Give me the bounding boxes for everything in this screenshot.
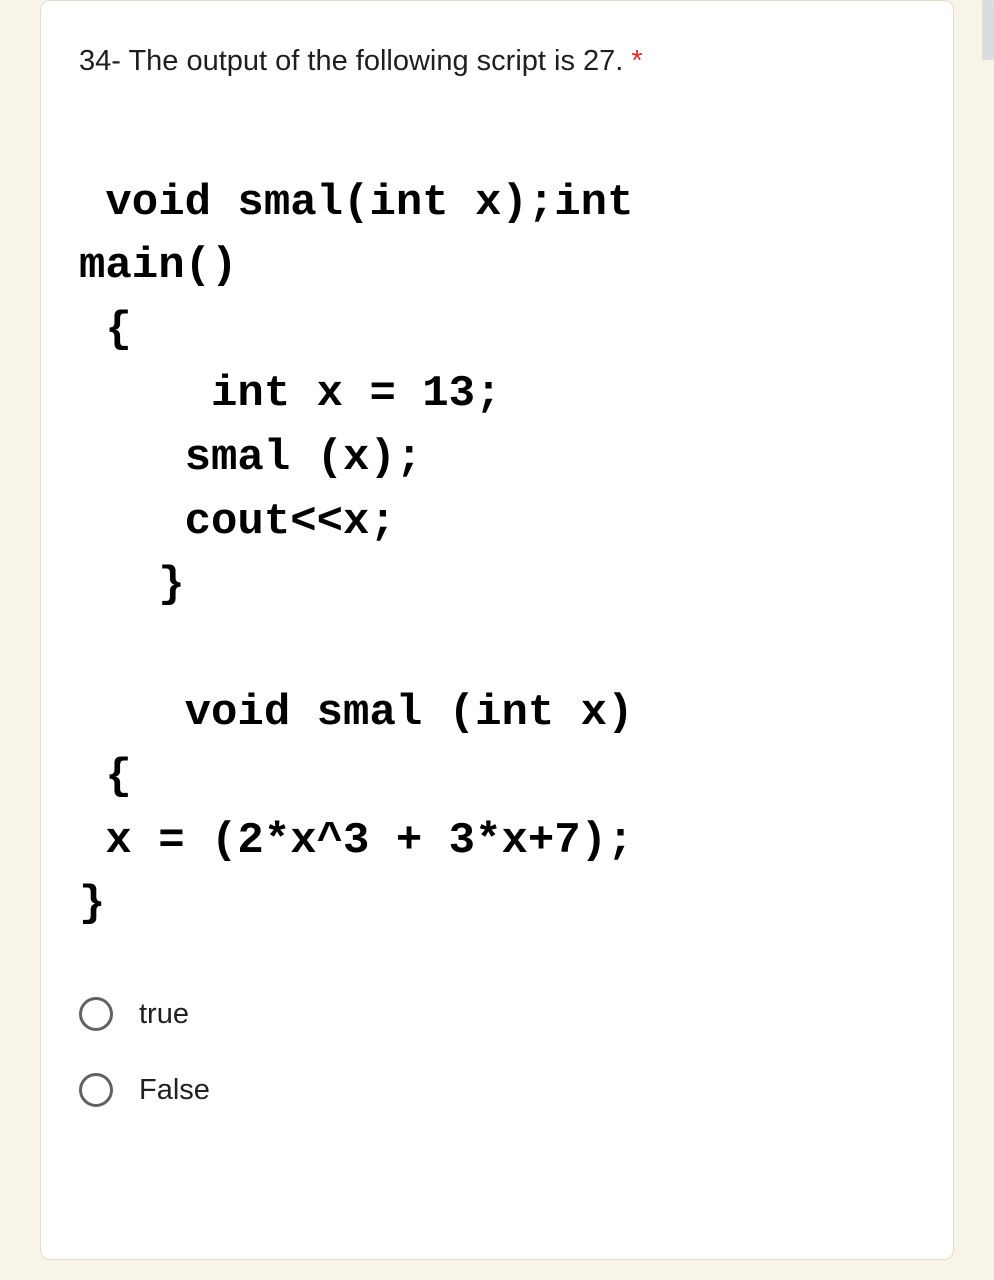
code-snippet: void smal(int x);int main() { int x = 13… [79, 172, 915, 938]
option-false[interactable]: False [79, 1073, 915, 1107]
option-label: False [139, 1074, 210, 1107]
code-line: } [79, 879, 105, 929]
code-line: void smal(int x);int [79, 178, 634, 228]
option-true[interactable]: true [79, 997, 915, 1031]
question-label: 34- The output of the following script i… [79, 45, 623, 77]
code-line: x = (2*x^3 + 3*x+7); [79, 816, 634, 866]
question-card: 34- The output of the following script i… [40, 0, 954, 1260]
code-line: main() [79, 241, 237, 291]
code-line: int x = 13; [79, 369, 501, 419]
required-indicator: * [631, 45, 642, 77]
question-title: 34- The output of the following script i… [79, 41, 915, 82]
radio-icon[interactable] [79, 997, 113, 1031]
scrollbar-thumb[interactable] [982, 0, 994, 60]
code-line: { [79, 752, 132, 802]
option-label: true [139, 998, 189, 1031]
code-line: void smal (int x) [79, 688, 634, 738]
code-line: cout<<x; [79, 497, 396, 547]
code-line: smal (x); [79, 433, 422, 483]
radio-icon[interactable] [79, 1073, 113, 1107]
code-line: { [79, 305, 132, 355]
code-line: } [79, 560, 185, 610]
